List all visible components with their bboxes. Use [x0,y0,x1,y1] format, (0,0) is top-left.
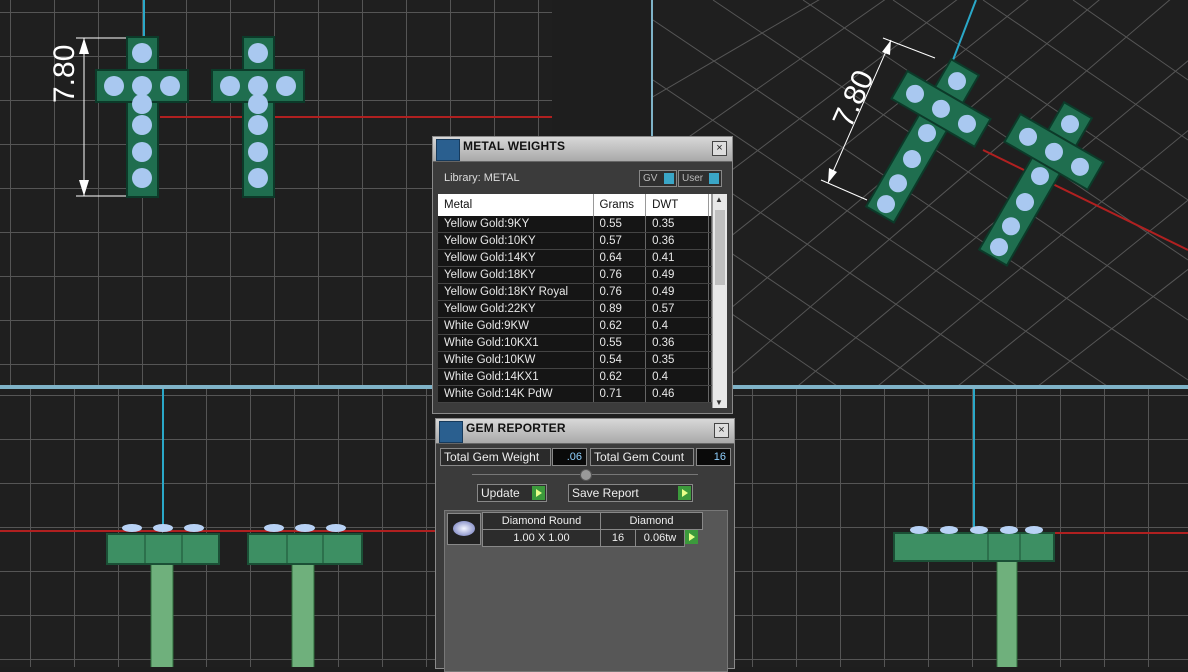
cell-grams: 0.64 [593,249,647,267]
play-icon [678,486,691,500]
cell-grams: 0.89 [593,300,647,318]
dimension-label: 7.80 [48,44,81,103]
metal-table-scrollbar[interactable]: ▲ ▼ [712,194,727,408]
table-row[interactable]: White Gold:14KX1 0.62 0.4 [438,368,713,386]
update-button[interactable]: Update [477,484,547,502]
gem-reporter-title: GEM REPORTER [466,421,566,435]
total-gem-weight-value: .06 [552,448,587,466]
cell-metal: White Gold:14K PdW [438,385,594,403]
cell-metal: White Gold:10KW [438,351,594,369]
metal-weights-titlebar[interactable]: METAL WEIGHTS × [433,137,732,162]
cell-metal: White Gold:9KW [438,317,594,335]
column-header-dwt[interactable]: DWT [645,194,709,216]
table-row[interactable]: White Gold:10KX1 0.55 0.36 [438,334,713,352]
total-gem-count-label: Total Gem Count [590,448,694,466]
scroll-down-icon[interactable]: ▼ [715,398,723,407]
scroll-up-icon[interactable]: ▲ [715,195,723,204]
cell-dwt: 0.35 [645,351,709,369]
cell-grams: 0.54 [593,351,647,369]
gv-toggle[interactable]: GV [639,170,677,187]
cell-metal: Yellow Gold:9KY [438,216,594,233]
gem-shape: Diamond Round [482,512,601,530]
table-row[interactable]: Yellow Gold:18KY 0.76 0.49 [438,266,713,284]
cell-dwt: 0.46 [645,385,709,403]
gem-reporter-icon [439,421,463,443]
cell-metal: Yellow Gold:22KY [438,300,594,318]
save-report-button-label: Save Report [572,486,639,500]
cell-metal: Yellow Gold:10KY [438,232,594,250]
table-row[interactable]: White Gold:10KW 0.54 0.35 [438,351,713,369]
column-header-metal[interactable]: Metal [438,194,594,216]
cell-metal: Yellow Gold:18KY Royal [438,283,594,301]
cell-grams: 0.55 [593,216,647,233]
close-icon[interactable]: × [712,141,727,156]
cell-dwt: 0.4 [645,368,709,386]
cell-dwt: 0.49 [645,283,709,301]
cell-grams: 0.76 [593,266,647,284]
cell-dwt: 0.41 [645,249,709,267]
cell-dwt: 0.36 [645,232,709,250]
cell-grams: 0.55 [593,334,647,352]
total-gem-weight-label: Total Gem Weight [440,448,551,466]
cell-grams: 0.71 [593,385,647,403]
library-label: Library: METAL [444,172,520,184]
cell-grams: 0.62 [593,317,647,335]
cell-grams: 0.57 [593,232,647,250]
user-toggle[interactable]: User [678,170,722,187]
update-button-label: Update [481,486,520,500]
close-icon[interactable]: × [714,423,729,438]
cell-metal: Yellow Gold:14KY [438,249,594,267]
metal-weights-icon [436,139,460,161]
gv-toggle-label: GV [643,173,658,184]
table-row[interactable]: Yellow Gold:9KY 0.55 0.35 [438,216,713,233]
viewport-perspective[interactable]: 7.80 [653,0,1188,385]
user-toggle-label: User [682,173,704,184]
side-view-drawing [0,389,436,667]
cell-dwt: 0.49 [645,266,709,284]
gem-list: Diamond Round Diamond 1.00 X 1.00 16 0.0… [444,510,728,672]
gem-reporter-titlebar[interactable]: GEM REPORTER × [436,419,734,444]
play-icon [532,486,545,500]
cell-dwt: 0.35 [645,216,709,233]
column-header-grams[interactable]: Grams [593,194,647,216]
perspective-view-drawing [653,0,1188,385]
scrollbar-thumb[interactable] [715,210,725,285]
collapse-handle[interactable] [580,469,592,481]
gem-select-button[interactable] [685,530,698,544]
metal-weights-title: METAL WEIGHTS [463,139,566,153]
cell-grams: 0.62 [593,368,647,386]
viewport-side[interactable] [0,389,436,667]
gem-count: 16 [600,529,636,547]
gem-size: 1.00 X 1.00 [482,529,601,547]
diamond-round-icon [447,513,481,545]
cell-dwt: 0.36 [645,334,709,352]
table-row[interactable]: White Gold:14K PdW 0.71 0.46 [438,385,713,403]
cell-grams: 0.76 [593,283,647,301]
table-row[interactable]: Yellow Gold:10KY 0.57 0.36 [438,232,713,250]
cell-dwt: 0.57 [645,300,709,318]
table-row[interactable]: Yellow Gold:22KY 0.89 0.57 [438,300,713,318]
save-report-button[interactable]: Save Report [568,484,693,502]
gem-reporter-panel: GEM REPORTER × Total Gem Weight .06 Tota… [435,418,735,672]
metal-weights-table: Metal Grams DWT Yellow Gold:9KY 0.55 0.35 Y… [438,194,713,403]
viewport-top[interactable] [734,389,1188,667]
total-gem-count-value: 16 [696,448,731,466]
table-row[interactable]: Yellow Gold:14KY 0.64 0.41 [438,249,713,267]
cell-metal: White Gold:14KX1 [438,368,594,386]
table-row[interactable]: White Gold:9KW 0.62 0.4 [438,317,713,335]
cell-dwt: 0.4 [645,317,709,335]
gem-weight: 0.06tw [635,529,685,547]
gem-material: Diamond [600,512,703,530]
cell-metal: Yellow Gold:18KY [438,266,594,284]
metal-weights-panel: METAL WEIGHTS × Library: METAL GV User M… [432,136,733,414]
top-view-drawing [893,389,1188,667]
table-row[interactable]: Yellow Gold:18KY Royal 0.76 0.49 [438,283,713,301]
cell-metal: White Gold:10KX1 [438,334,594,352]
